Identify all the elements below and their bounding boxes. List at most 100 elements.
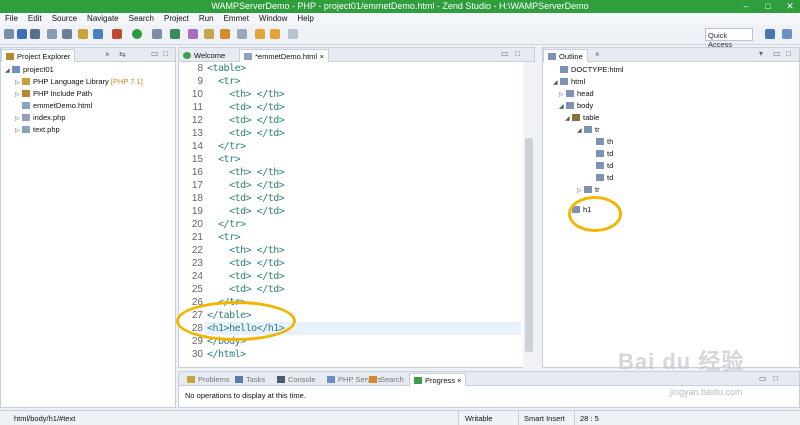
tab-search[interactable]: Search: [365, 373, 408, 386]
minimize-view-icon[interactable]: ▭: [501, 49, 509, 58]
minimize-button[interactable]: –: [735, 0, 757, 13]
code-line[interactable]: <td> </td>: [207, 101, 285, 114]
menu-navigate[interactable]: Navigate: [82, 13, 124, 23]
menu-file[interactable]: File: [0, 13, 23, 23]
scrollbar-thumb[interactable]: [525, 138, 533, 352]
console-icon[interactable]: [62, 29, 72, 39]
open-type-icon[interactable]: [204, 29, 214, 39]
menu-search[interactable]: Search: [124, 13, 159, 23]
tree-item-text-php[interactable]: ▷ text.php: [15, 124, 60, 136]
menu-emmet[interactable]: Emmet: [219, 13, 254, 23]
expand-icon[interactable]: ▷: [577, 185, 584, 197]
search-icon[interactable]: [220, 29, 230, 39]
expand-icon[interactable]: ▷: [15, 125, 22, 137]
maximize-button[interactable]: □: [757, 0, 779, 13]
back-icon[interactable]: [255, 29, 265, 39]
collapse-icon[interactable]: ◢: [565, 113, 572, 125]
code-line[interactable]: </html>: [207, 348, 246, 361]
external-tools-icon[interactable]: [152, 29, 162, 39]
link-editor-icon[interactable]: ⇆: [119, 50, 126, 59]
menu-help[interactable]: Help: [292, 13, 318, 23]
menu-source[interactable]: Source: [47, 13, 82, 23]
outline-node[interactable]: td: [589, 160, 613, 172]
code-line[interactable]: <td> </td>: [207, 114, 285, 127]
menu-run[interactable]: Run: [194, 13, 219, 23]
maximize-view-icon[interactable]: □: [163, 49, 168, 58]
code-line[interactable]: <td> </td>: [207, 192, 285, 205]
save-icon[interactable]: [17, 29, 27, 39]
new-class-icon[interactable]: [188, 29, 198, 39]
close-tab-icon[interactable]: ×: [320, 52, 324, 61]
view-menu-icon[interactable]: ▾: [759, 49, 763, 58]
tree-item-php-include-path[interactable]: ▷ PHP Include Path: [15, 88, 92, 100]
tab-problems[interactable]: Problems: [183, 373, 234, 386]
outline-node[interactable]: ▷ head: [559, 88, 594, 100]
tab-emmetdemo[interactable]: *emmetDemo.html ×: [239, 49, 329, 62]
minimize-view-icon[interactable]: ▭: [759, 374, 767, 383]
outline-node[interactable]: th: [589, 136, 613, 148]
code-line[interactable]: <td> </td>: [207, 283, 285, 296]
annotation-icon[interactable]: [237, 29, 247, 39]
tab-welcome[interactable]: Welcome: [179, 49, 229, 62]
close-tab-icon[interactable]: ×: [455, 376, 461, 385]
outline-node[interactable]: ◢ tr: [577, 124, 600, 136]
minimize-view-icon[interactable]: ▭: [773, 49, 781, 58]
php-perspective-icon[interactable]: [782, 29, 792, 39]
code-line[interactable]: <th> </th>: [207, 166, 285, 179]
code-line[interactable]: <th> </th>: [207, 88, 285, 101]
code-line[interactable]: <td> </td>: [207, 179, 285, 192]
menu-window[interactable]: Window: [254, 13, 292, 23]
debug-icon[interactable]: [112, 29, 122, 39]
maximize-view-icon[interactable]: □: [515, 49, 520, 58]
code-line[interactable]: <td> </td>: [207, 205, 285, 218]
outline-node[interactable]: ◢ body: [559, 100, 593, 112]
tab-outline[interactable]: Outline: [543, 49, 588, 62]
outline-node[interactable]: ◢ table: [565, 112, 599, 124]
build-icon[interactable]: [93, 29, 103, 39]
outline-node[interactable]: td: [589, 148, 613, 160]
code-line[interactable]: <td> </td>: [207, 270, 285, 283]
menu-edit[interactable]: Edit: [23, 13, 47, 23]
maximize-view-icon[interactable]: □: [786, 49, 791, 58]
tool-icon[interactable]: [78, 29, 88, 39]
code-line[interactable]: <th> </th>: [207, 244, 285, 257]
navigate-icon[interactable]: [288, 29, 298, 39]
minimize-view-icon[interactable]: ▭: [151, 49, 159, 58]
tree-item-emmetdemo-html[interactable]: emmetDemo.html: [15, 100, 92, 112]
tree-item-index-php[interactable]: ▷ index.php: [15, 112, 66, 124]
new-file-icon[interactable]: [4, 29, 14, 39]
tree-item-php-language-library[interactable]: ▷ PHP Language Library [PHP 7.1]: [15, 76, 143, 88]
menu-project[interactable]: Project: [159, 13, 194, 23]
status-insert-mode[interactable]: Smart Insert: [524, 414, 565, 423]
collapse-icon[interactable]: ◢: [5, 65, 12, 77]
collapse-icon[interactable]: ◢: [577, 125, 584, 137]
code-line[interactable]: <table>: [207, 62, 246, 75]
quick-access-input[interactable]: Quick Access: [705, 28, 753, 49]
code-line[interactable]: <tr>: [207, 75, 241, 88]
forward-icon[interactable]: [270, 29, 280, 39]
save-all-icon[interactable]: [30, 29, 40, 39]
outline-node[interactable]: ▷ tr: [577, 184, 600, 196]
close-tab-icon[interactable]: ×: [105, 50, 110, 59]
editor-scrollbar[interactable]: [523, 62, 535, 368]
maximize-view-icon[interactable]: □: [773, 374, 778, 383]
code-line[interactable]: </tr>: [207, 140, 246, 153]
outline-node[interactable]: DOCTYPE:html: [553, 64, 624, 76]
code-line[interactable]: <td> </td>: [207, 257, 285, 270]
outline-node[interactable]: td: [589, 172, 613, 184]
tab-progress[interactable]: Progress ×: [409, 373, 467, 386]
close-tab-icon[interactable]: ×: [595, 50, 600, 59]
code-line[interactable]: <td> </td>: [207, 127, 285, 140]
tab-console[interactable]: Console: [273, 373, 320, 386]
print-icon[interactable]: [47, 29, 57, 39]
code-line[interactable]: </tr>: [207, 218, 246, 231]
run-icon[interactable]: [132, 29, 142, 39]
code-line[interactable]: <tr>: [207, 231, 241, 244]
code-line[interactable]: <tr>: [207, 153, 241, 166]
tab-tasks[interactable]: Tasks: [231, 373, 269, 386]
outline-node[interactable]: ◢ html: [553, 76, 585, 88]
perspective-icon[interactable]: [765, 29, 775, 39]
tab-project-explorer[interactable]: Project Explorer: [1, 49, 76, 62]
close-button[interactable]: ✕: [779, 0, 800, 13]
new-project-icon[interactable]: [170, 29, 180, 39]
